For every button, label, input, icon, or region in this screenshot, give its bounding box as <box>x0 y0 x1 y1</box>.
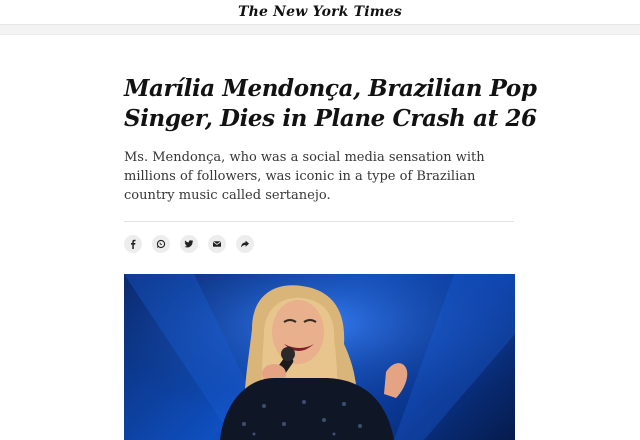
article-headline: Marília Mendonça, Brazilian Pop Singer, … <box>124 75 537 132</box>
share-facebook-button[interactable] <box>124 235 142 253</box>
facebook-icon <box>131 239 136 249</box>
share-twitter-button[interactable] <box>180 235 198 253</box>
share-toolbar <box>124 235 254 253</box>
singer-photo-illustration <box>124 274 515 440</box>
share-more-button[interactable] <box>236 235 254 253</box>
article-summary: Ms. Mendonça, who was a social media sen… <box>124 150 485 203</box>
twitter-icon <box>184 240 194 248</box>
nyt-logo[interactable]: The New York Times <box>238 4 402 20</box>
share-whatsapp-button[interactable] <box>152 235 170 253</box>
article-photo <box>124 274 515 440</box>
share-email-button[interactable] <box>208 235 226 253</box>
divider <box>124 221 514 222</box>
masthead: The New York Times <box>0 0 640 25</box>
whatsapp-icon <box>156 239 166 249</box>
email-icon <box>212 241 222 247</box>
nav-band <box>0 25 640 35</box>
share-arrow-icon <box>241 240 249 248</box>
